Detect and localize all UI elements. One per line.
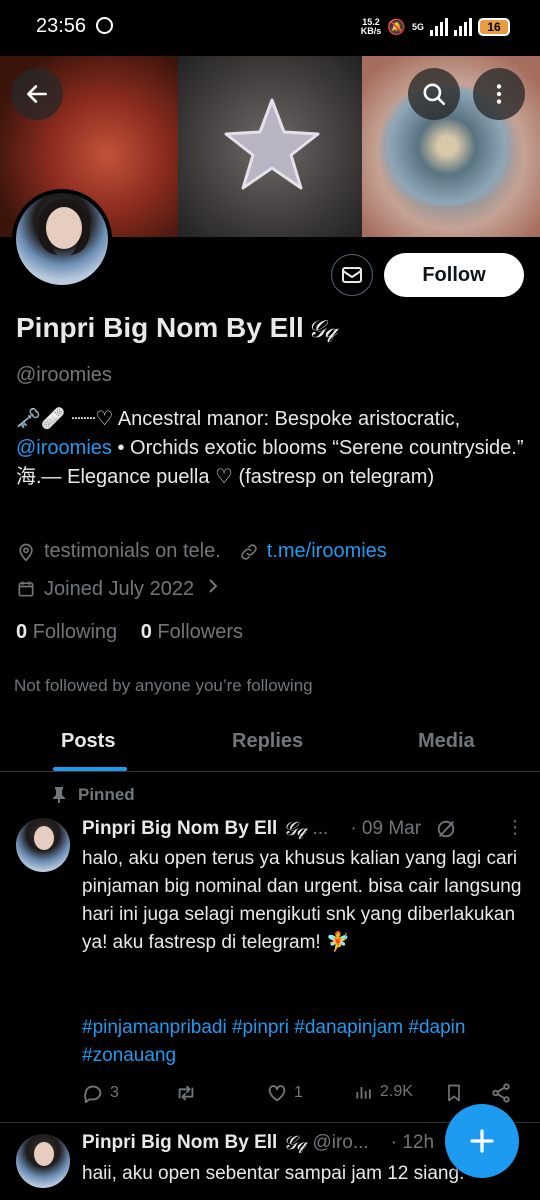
post-date[interactable]: · 09 Mar bbox=[350, 818, 421, 840]
compose-post-button[interactable] bbox=[445, 1104, 519, 1178]
post-avatar[interactable] bbox=[16, 818, 70, 872]
plus-icon bbox=[470, 1129, 494, 1153]
repost-icon bbox=[178, 1085, 194, 1101]
post-author-glyph: 𝒢𝓆 bbox=[283, 818, 307, 840]
profile-handle: @iroomies bbox=[16, 364, 112, 386]
active-tab-indicator bbox=[53, 767, 127, 771]
profile-tabs: Posts Replies Media bbox=[0, 716, 540, 772]
network-speed: 15.2 KB/s bbox=[360, 17, 382, 36]
back-button[interactable] bbox=[11, 68, 63, 120]
message-button[interactable] bbox=[331, 254, 373, 296]
tab-media[interactable]: Media bbox=[418, 730, 475, 753]
more-vertical-icon bbox=[496, 84, 502, 104]
bio-text-1: 🗝️🩹 ┈┈♡ Ancestral manor: Bespoke aristoc… bbox=[16, 408, 461, 430]
post-author-2[interactable]: Pinpri Big Nom By Ell bbox=[82, 1132, 277, 1154]
post-date-2[interactable]: · 12h bbox=[391, 1132, 434, 1154]
views-button[interactable]: 2.9K bbox=[354, 1082, 413, 1102]
search-icon bbox=[423, 83, 446, 106]
signal-icon-2 bbox=[454, 18, 472, 36]
name-glyph: 𝒢𝓆 bbox=[307, 315, 338, 343]
profile-location: testimonials on tele. bbox=[44, 540, 221, 562]
profile-bio: 🗝️🩹 ┈┈♡ Ancestral manor: Bespoke aristoc… bbox=[16, 405, 526, 492]
not-followed-notice: Not followed by anyone you’re following bbox=[14, 676, 313, 695]
mail-icon bbox=[342, 267, 362, 283]
post-header: Pinpri Big Nom By Ell 𝒢𝓆 ... · 09 Mar bbox=[82, 818, 457, 840]
post-actions: 3 1 2.9K bbox=[82, 1082, 522, 1108]
heart-icon bbox=[268, 1085, 286, 1102]
banner-image-2 bbox=[178, 56, 362, 237]
profile-name: Pinpri Big Nom By Ell 𝒢𝓆 bbox=[16, 312, 337, 344]
avatar-image bbox=[16, 193, 108, 285]
bookmark-button[interactable] bbox=[444, 1082, 464, 1104]
repost-button[interactable] bbox=[174, 1082, 198, 1104]
calendar-icon bbox=[16, 579, 36, 599]
battery-icon: 16 bbox=[478, 18, 510, 36]
follow-button[interactable]: Follow bbox=[384, 253, 524, 297]
star-icon bbox=[224, 98, 320, 190]
joined-date: Joined July 2022 bbox=[44, 577, 195, 600]
bookmark-icon bbox=[448, 1084, 460, 1102]
like-button[interactable]: 1 bbox=[266, 1082, 303, 1104]
profile-avatar[interactable] bbox=[12, 189, 112, 289]
post-more-icon[interactable]: ⋮ bbox=[506, 818, 524, 836]
bio-mention-link[interactable]: @iroomies bbox=[16, 437, 112, 459]
joined-row[interactable]: Joined July 2022 bbox=[16, 577, 220, 601]
post-text: halo, aku open terus ya khusus kalian ya… bbox=[82, 848, 522, 953]
post-author-glyph-2: 𝒢𝓆 bbox=[283, 1132, 307, 1154]
post-handle: ... bbox=[312, 818, 329, 839]
post-avatar-2[interactable] bbox=[16, 1134, 70, 1188]
share-icon bbox=[492, 1083, 510, 1103]
pin-icon bbox=[53, 787, 65, 803]
reply-icon bbox=[84, 1085, 102, 1104]
grok-icon[interactable] bbox=[435, 818, 457, 840]
tab-posts[interactable]: Posts bbox=[61, 730, 115, 753]
post-author[interactable]: Pinpri Big Nom By Ell bbox=[82, 818, 277, 840]
arrow-left-icon bbox=[27, 85, 47, 103]
share-button[interactable] bbox=[490, 1082, 512, 1104]
post-handle-2: @iro... bbox=[312, 1132, 369, 1153]
follow-stats: 0 Following 0 Followers bbox=[16, 621, 243, 644]
tab-replies[interactable]: Replies bbox=[232, 730, 303, 753]
profile-name-text: Pinpri Big Nom By Ell bbox=[16, 312, 304, 343]
mute-icon: 🔕 bbox=[387, 19, 406, 36]
post-hashtags[interactable]: #pinjamanpribadi #pinpri #danapinjam #da… bbox=[82, 1014, 522, 1070]
reply-button[interactable]: 3 bbox=[82, 1082, 119, 1104]
status-icons: 15.2 KB/s 🔕 5G 16 bbox=[361, 14, 510, 40]
views-icon bbox=[356, 1087, 371, 1099]
link-icon bbox=[239, 542, 259, 562]
search-button[interactable] bbox=[408, 68, 460, 120]
chevron-right-icon bbox=[206, 577, 220, 601]
location-icon bbox=[16, 542, 36, 562]
status-time: 23:56 bbox=[36, 15, 87, 37]
more-options-button[interactable] bbox=[473, 68, 525, 120]
profile-meta-row: testimonials on tele. t.me/iroomies bbox=[16, 540, 387, 563]
whatsapp-icon bbox=[96, 17, 113, 34]
pinned-label: Pinned bbox=[52, 785, 135, 805]
signal-icon bbox=[430, 18, 448, 36]
profile-website-link[interactable]: t.me/iroomies bbox=[267, 540, 387, 563]
post-header-2: Pinpri Big Nom By Ell 𝒢𝓆 @iro... · 12h bbox=[82, 1132, 434, 1154]
network-type: 5G bbox=[411, 21, 424, 32]
following-stat[interactable]: 0 Following bbox=[16, 621, 117, 643]
status-bar: 23:56 15.2 KB/s 🔕 5G 16 bbox=[0, 0, 540, 56]
followers-stat[interactable]: 0 Followers bbox=[141, 621, 243, 643]
